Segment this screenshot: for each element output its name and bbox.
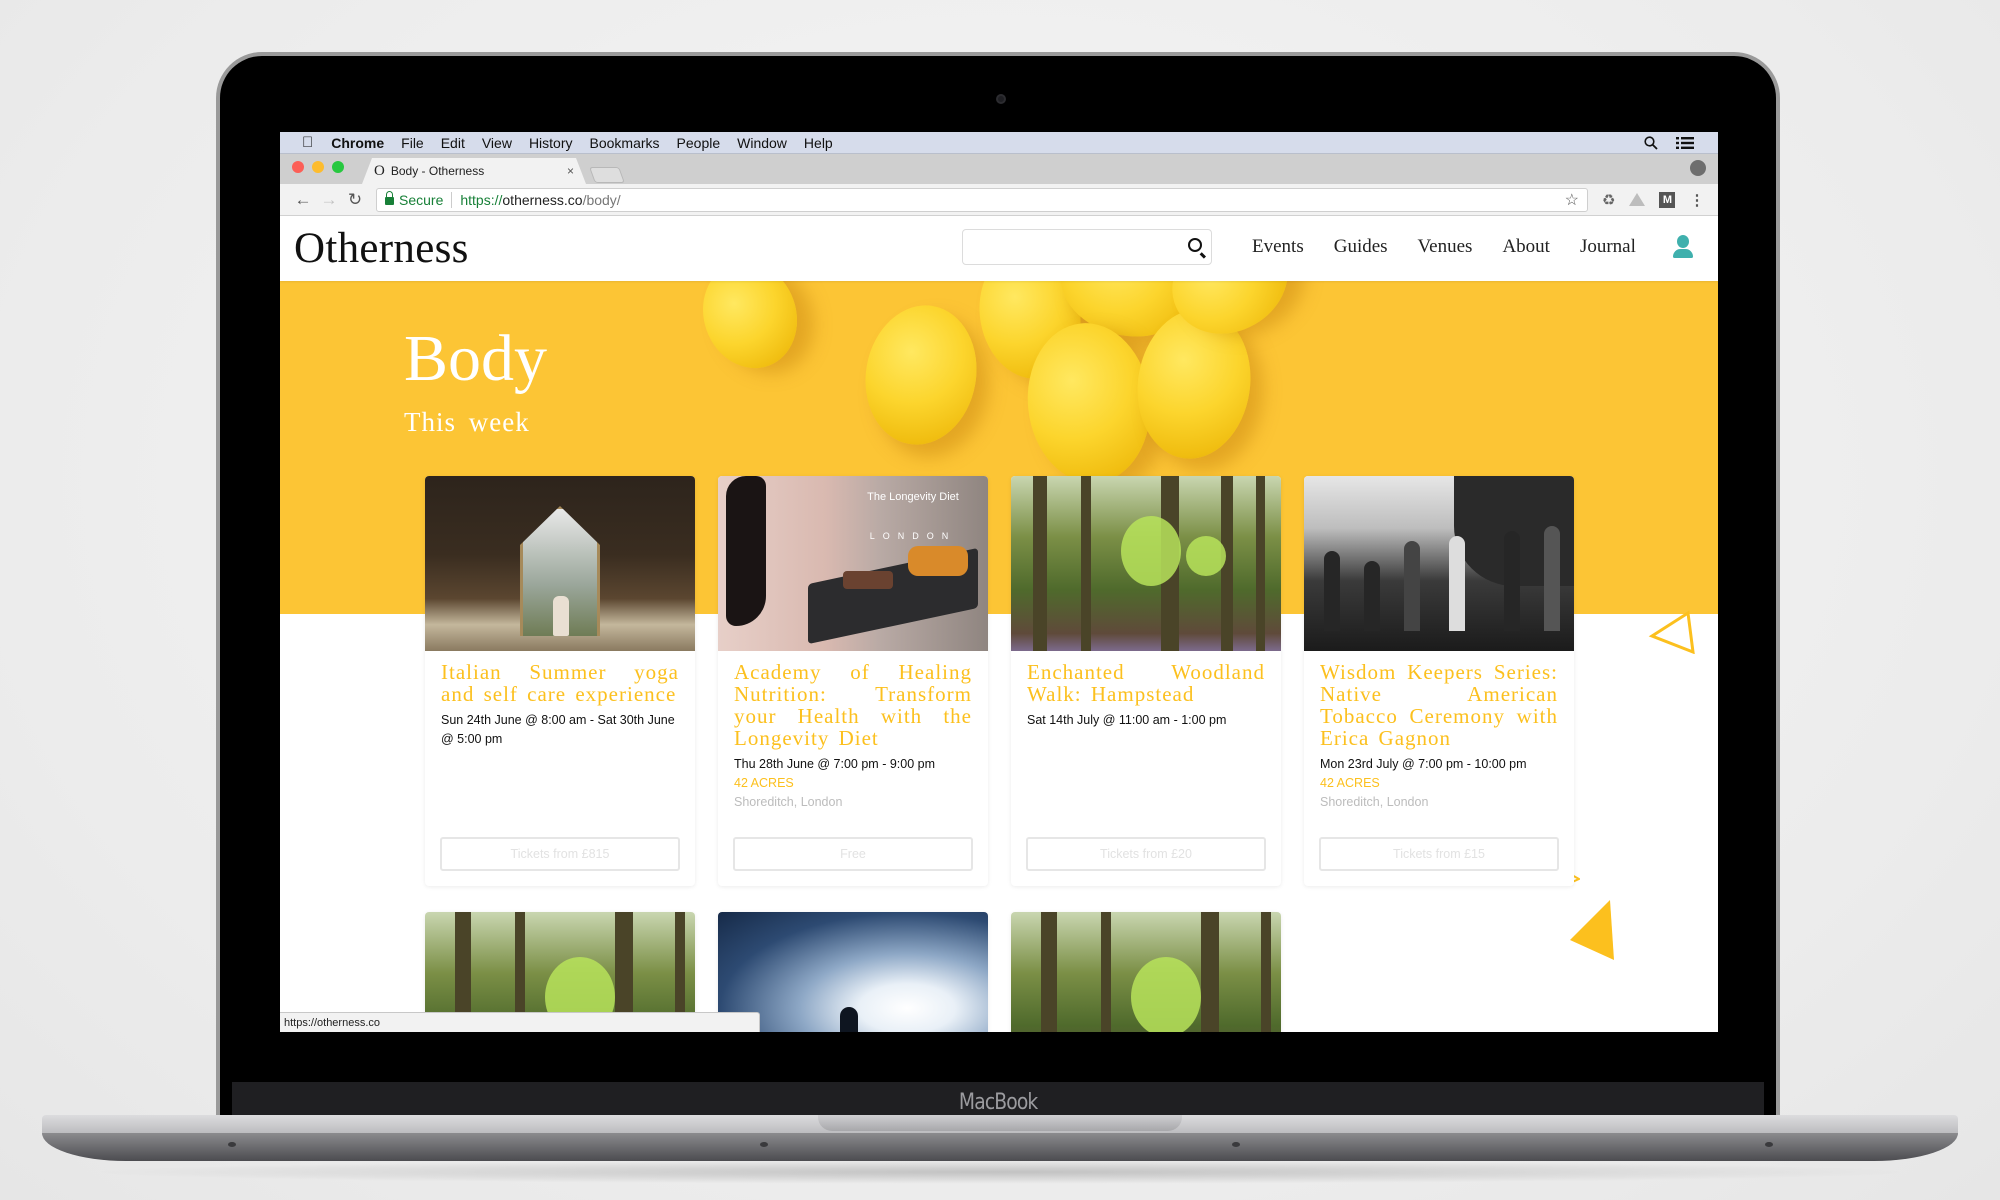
laptop-foot xyxy=(228,1142,236,1147)
event-card[interactable]: Enchanted Woodland Walk: Hampstead Sat 1… xyxy=(1011,476,1281,886)
menu-history[interactable]: History xyxy=(529,135,573,151)
tickets-button[interactable]: Tickets from £15 xyxy=(1319,837,1559,871)
menu-view[interactable]: View xyxy=(482,135,512,151)
event-date: Sat 14th July @ 11:00 am - 1:00 pm xyxy=(1027,713,1227,727)
menu-kebab-icon[interactable]: ⋮ xyxy=(1689,191,1704,209)
site-nav: Events Guides Venues About Journal xyxy=(1252,236,1666,258)
laptop-foot xyxy=(1232,1142,1240,1147)
apple-logo-icon[interactable]:  xyxy=(302,134,313,151)
menu-edit[interactable]: Edit xyxy=(441,135,465,151)
site-search-input[interactable] xyxy=(962,229,1212,265)
tickets-button[interactable]: Free xyxy=(733,837,973,871)
url-path: /body/ xyxy=(582,191,621,208)
event-title[interactable]: Italian Summer yoga and self care experi… xyxy=(425,651,695,705)
menu-window[interactable]: Window xyxy=(737,135,787,151)
event-location: Shoreditch, London xyxy=(734,795,843,809)
close-window-button[interactable] xyxy=(292,161,304,173)
page-title: Body xyxy=(404,322,548,395)
browser-tabstrip: O Body - Otherness × xyxy=(280,154,1718,184)
minimize-window-button[interactable] xyxy=(312,161,324,173)
event-title[interactable]: Academy of Healing Nutrition: Transform … xyxy=(718,651,988,749)
event-card[interactable]: Italian Summer yoga and self care experi… xyxy=(425,476,695,886)
secure-indicator[interactable]: Secure xyxy=(385,191,453,208)
event-date: Mon 23rd July @ 7:00 pm - 10:00 pm xyxy=(1320,757,1527,771)
decorative-triangle-solid-icon xyxy=(1570,900,1614,960)
section-subtitle: This week xyxy=(404,407,530,437)
search-icon[interactable] xyxy=(1188,238,1202,252)
event-image[interactable] xyxy=(1011,912,1281,1032)
browser-toolbar: ← → ↻ Secure https:// otherness.co /body… xyxy=(280,184,1718,216)
device-brand-label: MacBook xyxy=(958,1089,1038,1115)
nav-about[interactable]: About xyxy=(1502,236,1550,258)
macos-menubar:  Chrome File Edit View History Bookmark… xyxy=(280,132,1718,154)
image-overlay-title: The Longevity Diet xyxy=(867,491,959,503)
secure-label: Secure xyxy=(399,191,444,208)
site-header: Otherness Events Guides Venues About Jou… xyxy=(280,216,1718,281)
event-title[interactable]: Wisdom Keepers Series: Native American T… xyxy=(1304,651,1574,749)
site-logo[interactable]: Otherness xyxy=(294,224,469,273)
event-date: Thu 28th June @ 7:00 pm - 9:00 pm xyxy=(734,757,935,771)
lemon-image xyxy=(854,296,988,454)
mockup-stage: MacBook  Chrome File Edit View History … xyxy=(0,0,2000,1200)
menu-app-name[interactable]: Chrome xyxy=(331,135,384,151)
laptop-shadow xyxy=(80,1160,1920,1184)
back-icon[interactable]: ← xyxy=(290,190,316,210)
laptop-foot xyxy=(760,1142,768,1147)
event-venue[interactable]: 42 ACRES xyxy=(1304,774,1574,793)
image-overlay-subtitle: LONDON xyxy=(869,531,957,541)
tab-title: Body - Otherness xyxy=(390,164,485,178)
camera-icon xyxy=(996,94,1006,104)
notification-center-icon[interactable] xyxy=(1676,136,1694,149)
m-extension-icon[interactable]: M xyxy=(1659,191,1676,208)
events-grid: Italian Summer yoga and self care experi… xyxy=(425,476,1574,1032)
site-favicon-icon: O xyxy=(374,162,385,179)
window-controls xyxy=(292,161,344,173)
maximize-window-button[interactable] xyxy=(332,161,344,173)
browser-tab-active[interactable]: O Body - Otherness × xyxy=(362,158,586,184)
event-image[interactable]: The Longevity Diet LONDON xyxy=(718,476,988,651)
bookmark-star-icon[interactable]: ☆ xyxy=(1565,190,1579,210)
event-card[interactable]: Wisdom Keepers Series: Native American T… xyxy=(1304,476,1574,886)
event-date: Sun 24th June @ 8:00 am - Sat 30th June … xyxy=(441,713,675,746)
decorative-triangle-outline-icon xyxy=(1648,610,1695,654)
reload-icon[interactable]: ↻ xyxy=(342,190,368,210)
tickets-button[interactable]: Tickets from £20 xyxy=(1026,837,1266,871)
event-image[interactable] xyxy=(425,476,695,651)
menu-help[interactable]: Help xyxy=(804,135,833,151)
url-host: otherness.co xyxy=(502,191,583,208)
menu-bookmarks[interactable]: Bookmarks xyxy=(590,135,660,151)
laptop-hinge-notch xyxy=(818,1115,1182,1131)
nav-venues[interactable]: Venues xyxy=(1418,236,1473,258)
event-card[interactable]: The Longevity Diet LONDON Academy of Hea… xyxy=(718,476,988,886)
laptop-base-underside xyxy=(42,1133,1958,1161)
lemon-image xyxy=(688,281,812,382)
screen:  Chrome File Edit View History Bookmark… xyxy=(280,132,1718,1032)
new-tab-button[interactable] xyxy=(589,167,625,183)
nav-events[interactable]: Events xyxy=(1252,236,1304,258)
drive-extension-icon[interactable] xyxy=(1629,193,1646,206)
event-location: Shoreditch, London xyxy=(1320,795,1429,809)
url-scheme: https:// xyxy=(460,191,503,208)
menu-people[interactable]: People xyxy=(677,135,721,151)
event-card[interactable] xyxy=(1011,912,1281,1032)
user-account-icon[interactable] xyxy=(1672,235,1694,259)
profile-icon[interactable] xyxy=(1690,160,1706,176)
event-image[interactable] xyxy=(1011,476,1281,651)
menu-file[interactable]: File xyxy=(401,135,424,151)
link-status-bubble: https://otherness.co xyxy=(280,1012,760,1032)
event-image[interactable] xyxy=(1304,476,1574,651)
forward-icon[interactable]: → xyxy=(316,190,342,210)
tickets-button[interactable]: Tickets from £815 xyxy=(440,837,680,871)
lock-icon xyxy=(385,191,394,205)
recycle-extension-icon[interactable]: ♻ xyxy=(1602,191,1615,209)
nav-journal[interactable]: Journal xyxy=(1580,236,1636,258)
extensions-area: ♻ M ⋮ xyxy=(1602,191,1704,209)
spotlight-search-icon[interactable] xyxy=(1644,135,1658,150)
address-bar[interactable]: Secure https:// otherness.co /body/ ☆ xyxy=(376,187,1588,212)
nav-guides[interactable]: Guides xyxy=(1334,236,1388,258)
laptop-foot xyxy=(1765,1142,1773,1147)
event-venue[interactable]: 42 ACRES xyxy=(718,774,988,793)
tab-close-icon[interactable]: × xyxy=(567,164,574,178)
event-title[interactable]: Enchanted Woodland Walk: Hampstead xyxy=(1011,651,1281,705)
